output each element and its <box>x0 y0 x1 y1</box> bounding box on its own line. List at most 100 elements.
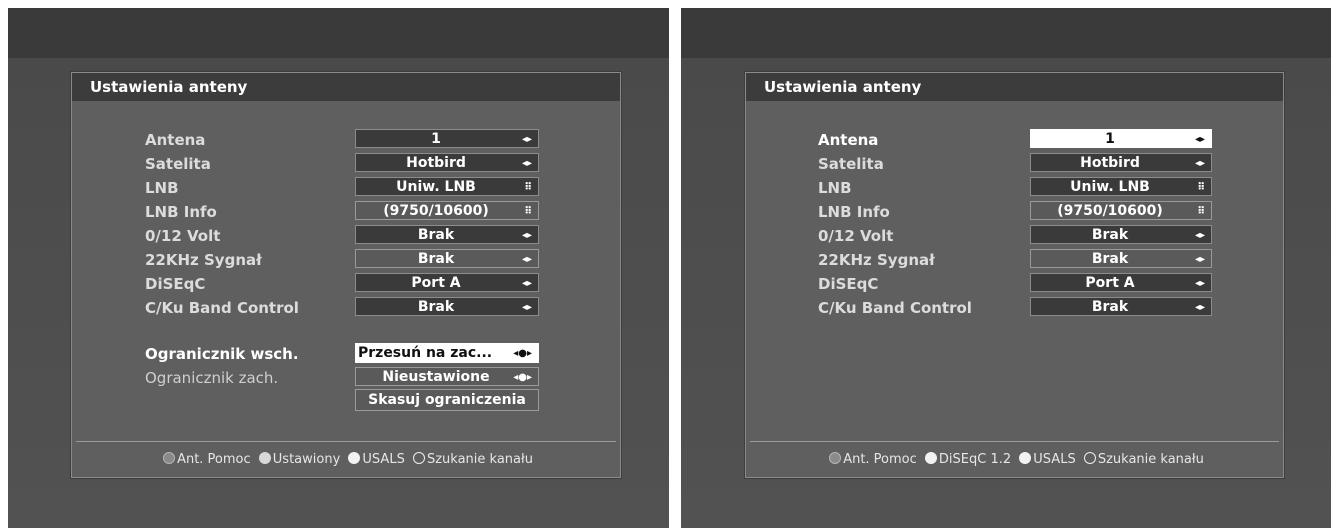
label-satelita: Satelita <box>145 155 211 173</box>
field-value: (9750/10600) <box>1057 203 1163 219</box>
left-right-arrows-icon: ◂▸ <box>521 230 532 241</box>
field-antena[interactable]: 1 ◂▸ <box>355 129 539 148</box>
light-button-icon <box>258 452 271 464</box>
move-arrows-icon: ◂●▸ <box>513 372 532 383</box>
left-right-arrows-icon: ◂▸ <box>1194 158 1205 169</box>
field-antena[interactable]: 1 ◂▸ <box>1030 129 1212 148</box>
label-cku-band: C/Ku Band Control <box>145 299 299 317</box>
label-lnb-info: LNB Info <box>818 203 890 221</box>
field-value: 1 <box>1105 131 1115 147</box>
footer-divider <box>750 441 1279 442</box>
keypad-icon: ⠿ <box>1197 206 1205 217</box>
clear-limits-button[interactable]: Skasuj ograniczenia <box>355 389 539 411</box>
field-volt[interactable]: Brak ◂▸ <box>1030 225 1212 244</box>
field-value: Uniw. LNB <box>396 179 476 195</box>
field-volt[interactable]: Brak ◂▸ <box>355 225 539 244</box>
field-value: Hotbird <box>1080 155 1140 171</box>
label-lnb: LNB <box>145 179 179 197</box>
hint-channel-search: Szukanie kanału <box>426 452 533 467</box>
field-diseqc[interactable]: Port A ◂▸ <box>1030 273 1212 292</box>
field-value: Brak <box>417 299 455 315</box>
hint-ant-help: Ant. Pomoc <box>843 452 917 467</box>
hint-usals: USALS <box>362 452 405 467</box>
field-satelita[interactable]: Hotbird ◂▸ <box>1030 153 1212 172</box>
white-button-icon <box>924 452 937 464</box>
top-band <box>8 8 669 58</box>
label-limit-west: Ogranicznik zach. <box>145 369 279 387</box>
label-diseqc: DiSEqC <box>145 275 206 293</box>
left-right-arrows-icon: ◂▸ <box>521 158 532 169</box>
label-limit-east: Ogranicznik wsch. <box>145 345 299 363</box>
field-cku-band[interactable]: Brak ◂▸ <box>1030 297 1212 316</box>
field-value: 1 <box>431 131 441 147</box>
field-value: Przesuń na zac... <box>358 345 493 361</box>
keypad-icon: ⠿ <box>524 182 532 193</box>
field-value: Nieustawione <box>382 369 490 385</box>
top-band <box>681 8 1331 58</box>
hint-usals: USALS <box>1033 452 1076 467</box>
left-screen: Ustawienia anteny Antena 1 ◂▸ Satelita Ho… <box>8 8 669 528</box>
ring-button-icon <box>412 452 425 464</box>
move-arrows-icon: ◂●▸ <box>513 348 532 359</box>
field-lnb-info[interactable]: (9750/10600) ⠿ <box>1030 201 1212 220</box>
field-value: Hotbird <box>406 155 466 171</box>
antenna-settings-dialog: Ustawienia anteny Antena 1 ◂▸ Satelita Ho… <box>71 72 621 478</box>
label-cku-band: C/Ku Band Control <box>818 299 972 317</box>
label-volt: 0/12 Volt <box>145 227 221 245</box>
field-diseqc[interactable]: Port A ◂▸ <box>355 273 539 292</box>
footer-hints: Ant. Pomoc DiSEqC 1.2 USALS Szukanie kan… <box>746 449 1283 471</box>
label-lnb-info: LNB Info <box>145 203 217 221</box>
field-lnb-info[interactable]: (9750/10600) ⠿ <box>355 201 539 220</box>
field-lnb[interactable]: Uniw. LNB ⠿ <box>1030 177 1212 196</box>
left-right-arrows-icon: ◂▸ <box>1194 254 1205 265</box>
left-right-arrows-icon: ◂▸ <box>1194 230 1205 241</box>
gray-button-icon <box>163 452 176 464</box>
right-screen: Ustawienia anteny Antena 1 ◂▸ Satelita Ho… <box>681 8 1331 528</box>
field-value: (9750/10600) <box>383 203 489 219</box>
label-22khz: 22KHz Sygnał <box>818 251 935 269</box>
footer-divider <box>76 441 616 442</box>
dialog-title: Ustawienia anteny <box>72 73 620 101</box>
left-right-arrows-icon: ◂▸ <box>521 278 532 289</box>
ring-button-icon <box>1083 452 1096 464</box>
label-volt: 0/12 Volt <box>818 227 894 245</box>
field-value: Brak <box>1091 227 1129 243</box>
hint-ant-help: Ant. Pomoc <box>177 452 251 467</box>
left-right-arrows-icon: ◂▸ <box>1194 278 1205 289</box>
field-value: Uniw. LNB <box>1070 179 1150 195</box>
keypad-icon: ⠿ <box>1197 182 1205 193</box>
field-satelita[interactable]: Hotbird ◂▸ <box>355 153 539 172</box>
left-right-arrows-icon: ◂▸ <box>1194 302 1205 313</box>
label-diseqc: DiSEqC <box>818 275 879 293</box>
left-right-arrows-icon: ◂▸ <box>1194 134 1205 145</box>
gray-button-icon <box>829 452 842 464</box>
label-lnb: LNB <box>818 179 852 197</box>
field-value: Brak <box>417 227 455 243</box>
label-antena: Antena <box>145 131 206 149</box>
field-limit-west[interactable]: Nieustawione ◂●▸ <box>355 367 539 386</box>
left-right-arrows-icon: ◂▸ <box>521 254 532 265</box>
hint-set: Ustawiony <box>272 452 341 467</box>
white-button-icon <box>1019 452 1032 464</box>
field-value: Brak <box>1091 251 1129 267</box>
field-value: Brak <box>1091 299 1129 315</box>
hint-channel-search: Szukanie kanału <box>1097 452 1204 467</box>
field-22khz[interactable]: Brak ◂▸ <box>1030 249 1212 268</box>
hint-diseqc: DiSEqC 1.2 <box>938 452 1012 467</box>
field-limit-east[interactable]: Przesuń na zac... ◂●▸ <box>355 343 539 363</box>
left-right-arrows-icon: ◂▸ <box>521 302 532 313</box>
field-22khz[interactable]: Brak ◂▸ <box>355 249 539 268</box>
label-22khz: 22KHz Sygnał <box>145 251 262 269</box>
footer-hints: Ant. Pomoc Ustawiony USALS Szukanie kana… <box>72 449 620 471</box>
label-antena: Antena <box>818 131 879 149</box>
field-value: Brak <box>417 251 455 267</box>
white-button-icon <box>348 452 361 464</box>
label-satelita: Satelita <box>818 155 884 173</box>
field-cku-band[interactable]: Brak ◂▸ <box>355 297 539 316</box>
field-lnb[interactable]: Uniw. LNB ⠿ <box>355 177 539 196</box>
field-value: Port A <box>1085 275 1135 291</box>
left-right-arrows-icon: ◂▸ <box>521 134 532 145</box>
dialog-title: Ustawienia anteny <box>746 73 1283 101</box>
field-value: Port A <box>411 275 461 291</box>
antenna-settings-dialog: Ustawienia anteny Antena 1 ◂▸ Satelita Ho… <box>745 72 1284 478</box>
